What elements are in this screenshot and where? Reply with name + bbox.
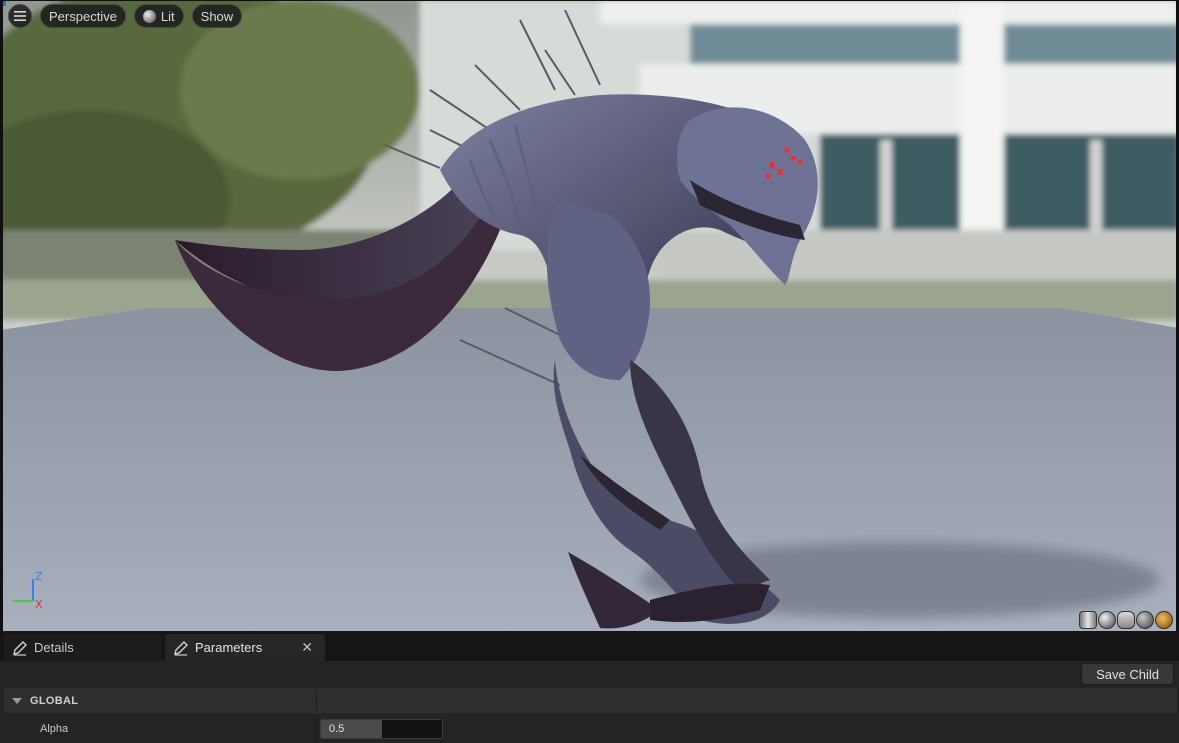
show-flags-button[interactable]: Show [191,4,243,28]
lit-view-mode-button[interactable]: Lit [133,4,184,28]
column-splitter[interactable] [316,715,317,743]
viewport-scene [0,0,1179,631]
cube-icon[interactable] [1136,611,1154,629]
perspective-button[interactable]: Perspective [40,4,126,28]
category-global[interactable]: GLOBAL [4,688,1177,713]
hamburger-icon [14,11,26,21]
alpha-label: Alpha [40,723,69,735]
cylinder-icon[interactable] [1079,611,1097,629]
axis-gizmo: Z X [12,570,43,611]
show-label: Show [200,8,234,24]
close-icon[interactable]: ✕ [301,639,313,656]
tab-parameters[interactable]: Parameters ✕ [165,634,325,661]
viewport-toolbar: Perspective Lit Show [8,4,243,28]
sphere-icon[interactable] [1098,611,1116,629]
parameters-panel: Save Child GLOBAL Alpha 0.5 [0,661,1179,743]
perspective-label: Perspective [49,8,117,24]
tab-parameters-label: Parameters [195,640,263,655]
tab-details[interactable]: Details [4,634,162,661]
parameter-row-alpha: Alpha 0.5 [4,715,1177,743]
material-preview-viewport[interactable]: Perspective Lit Show Z X [0,0,1179,631]
plane-icon[interactable] [1117,611,1135,629]
lit-sphere-icon [142,9,156,23]
alpha-value: 0.5 [329,723,345,735]
axis-z-label: Z [35,570,43,583]
expand-arrow-icon[interactable] [12,697,22,704]
lit-label: Lit [160,8,175,24]
preview-mesh-selector [1079,611,1173,629]
alpha-value-slider[interactable]: 0.5 [320,719,443,739]
tab-details-label: Details [34,640,74,655]
category-global-label: GLOBAL [30,694,79,707]
parameters-toolbar: Save Child [0,661,1179,687]
custom-mesh-icon[interactable] [1155,611,1173,629]
panel-tab-bar: Details Parameters ✕ [0,631,1179,661]
axis-x-label: X [35,598,43,611]
viewport-menu-button[interactable] [8,4,32,28]
save-child-button[interactable]: Save Child [1081,663,1174,685]
pencil-icon [13,640,27,656]
active-viewport-indicator [0,0,6,6]
pencil-icon [174,640,188,656]
column-splitter[interactable] [316,690,317,711]
save-child-label: Save Child [1096,666,1159,682]
